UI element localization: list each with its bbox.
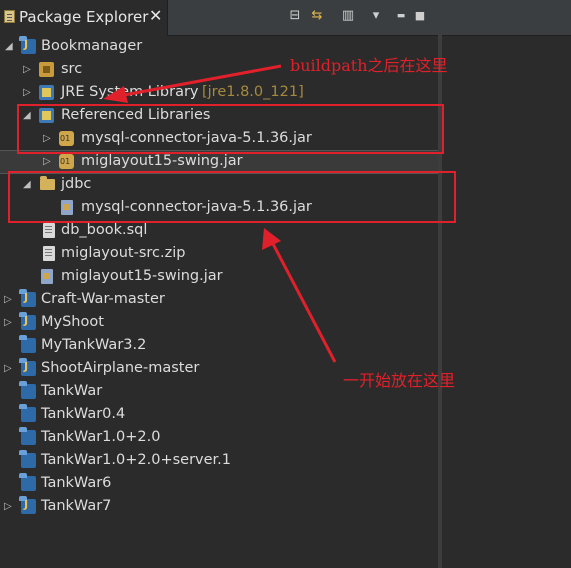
link-with-editor-icon[interactable]: ⇆ xyxy=(309,7,325,25)
jdbc-highlight-box xyxy=(8,171,456,223)
jar-icon xyxy=(59,154,74,169)
arrow-to-jdbc xyxy=(269,239,337,363)
collapsed-arrow-icon[interactable]: ▷ xyxy=(4,501,14,513)
java-project-icon xyxy=(19,358,36,376)
tree-item-label: TankWar0.4 xyxy=(41,406,126,422)
view-tab-bar: Package Explorer ✕ ⊟ ⇆ ▥ ▾ ▬ ■ xyxy=(0,0,571,36)
project-icon xyxy=(19,404,36,422)
tree-item-label: TankWar6 xyxy=(41,475,112,491)
jar-file-icon xyxy=(41,269,53,284)
project-icon xyxy=(19,381,36,399)
collapsed-arrow-icon[interactable]: ▷ xyxy=(4,363,14,375)
tree-item-label: src xyxy=(61,61,83,77)
tree-item-label: miglayout-src.zip xyxy=(61,245,186,261)
view-menu-icon[interactable]: ▾ xyxy=(368,7,384,25)
tree-item-label: TankWar1.0+2.0 xyxy=(41,429,161,445)
expanded-arrow-icon[interactable]: ◢ xyxy=(5,41,15,53)
tab-title: Package Explorer xyxy=(19,8,149,26)
referenced-libraries-highlight-box xyxy=(17,104,444,154)
java-project-icon xyxy=(19,496,36,514)
collapsed-arrow-icon[interactable]: ▷ xyxy=(4,294,14,306)
tree-item-label: MyShoot xyxy=(41,314,104,330)
arrowhead-jdbc xyxy=(262,228,281,250)
minimize-icon[interactable]: ▬ xyxy=(394,7,408,25)
library-icon xyxy=(39,85,54,100)
tab-package-explorer[interactable]: Package Explorer ✕ xyxy=(0,0,168,36)
close-icon[interactable]: ✕ xyxy=(149,6,162,25)
jre-version-decoration: [jre1.8.0_121] xyxy=(202,84,304,100)
tree-item-label: TankWar7 xyxy=(41,498,112,514)
tree-item-label: TankWar xyxy=(41,383,103,399)
filter-icon[interactable]: ▥ xyxy=(340,7,356,25)
java-project-icon xyxy=(19,36,36,54)
tree-item-label: JRE System Library xyxy=(61,84,199,100)
project-icon xyxy=(19,427,36,445)
annotation-initially-placed: 一开始放在这里 xyxy=(343,371,456,390)
project-icon xyxy=(19,450,36,468)
java-project-icon xyxy=(19,289,36,307)
collapsed-arrow-icon[interactable]: ▷ xyxy=(4,317,14,329)
annotation-after-buildpath: buildpath之后在这里 xyxy=(290,56,448,75)
tree-item-label: ShootAirplane-master xyxy=(41,360,200,376)
project-icon xyxy=(19,473,36,491)
collapsed-arrow-icon[interactable]: ▷ xyxy=(43,156,53,168)
file-icon xyxy=(43,223,55,238)
tree-item-label: miglayout15-swing.jar xyxy=(61,268,223,284)
collapsed-arrow-icon[interactable]: ▷ xyxy=(23,87,33,99)
source-folder-icon xyxy=(39,62,54,77)
package-explorer-icon xyxy=(4,10,15,23)
maximize-icon[interactable]: ■ xyxy=(413,7,427,25)
collapse-all-icon[interactable]: ⊟ xyxy=(287,7,303,25)
java-project-icon xyxy=(19,312,36,330)
tree-item-label: Craft-War-master xyxy=(41,291,165,307)
file-icon xyxy=(43,246,55,261)
tree-item-label: MyTankWar3.2 xyxy=(41,337,147,353)
project-icon xyxy=(19,335,36,353)
tree-item-label: TankWar1.0+2.0+server.1 xyxy=(41,452,232,468)
collapsed-arrow-icon[interactable]: ▷ xyxy=(23,64,33,76)
tree-item-label: Bookmanager xyxy=(41,38,143,54)
